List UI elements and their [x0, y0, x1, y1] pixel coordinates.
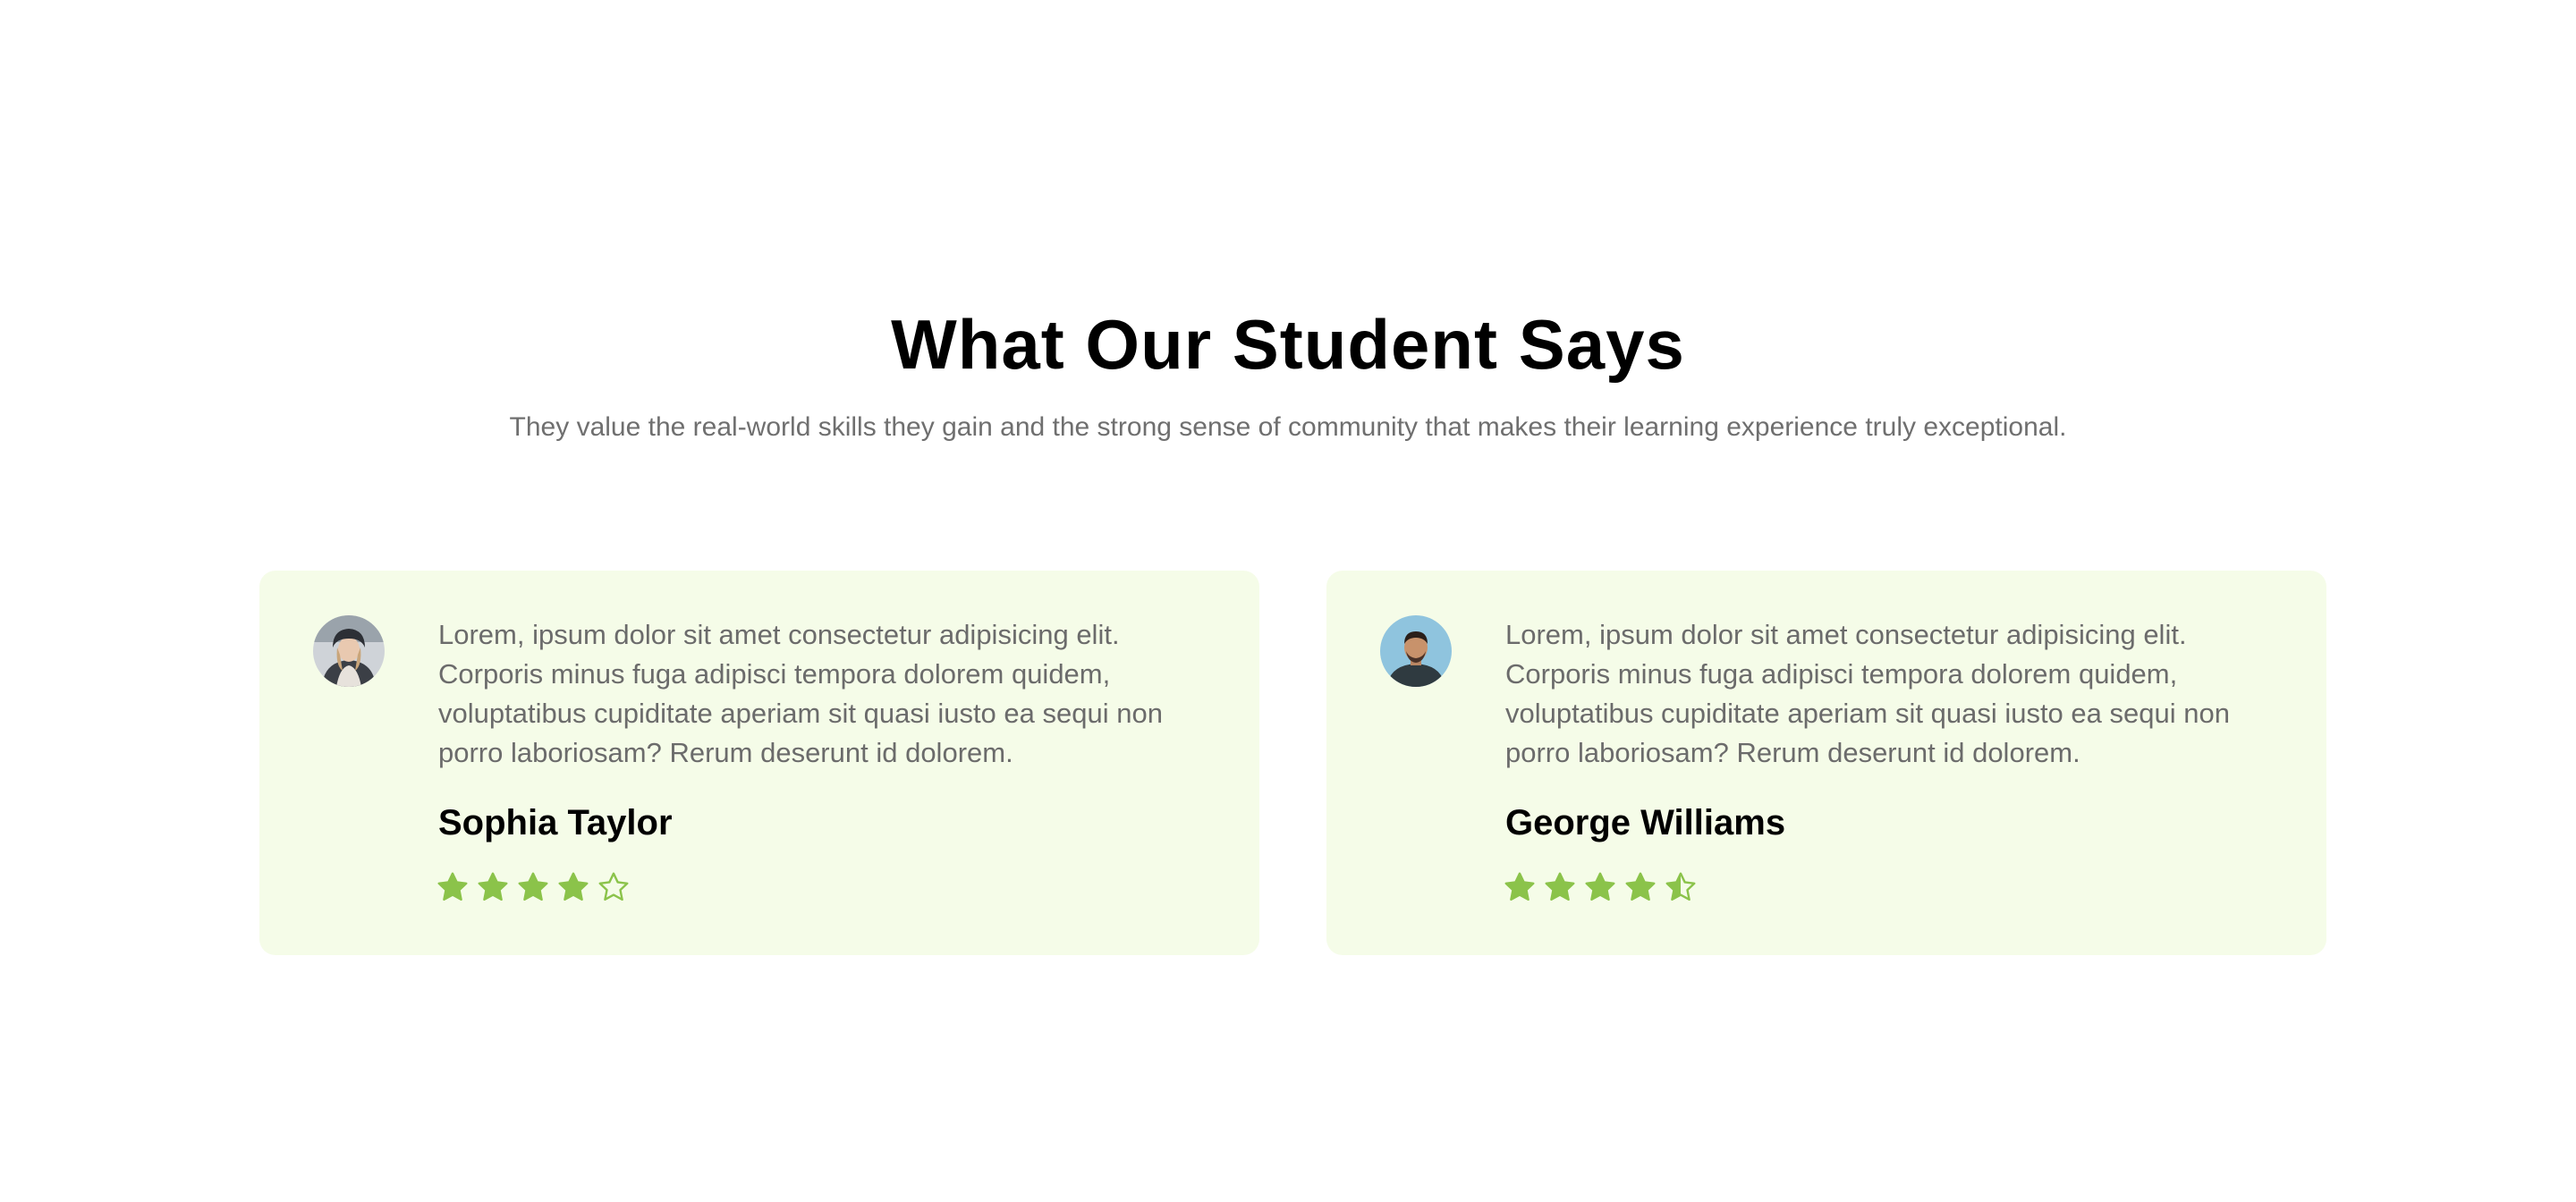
- avatar-man-icon: [1380, 615, 1452, 687]
- section-title: What Our Student Says: [891, 305, 1685, 384]
- star-rating: [1504, 871, 1697, 903]
- star-full-icon: [478, 872, 508, 901]
- star-full-icon: [1504, 872, 1535, 901]
- star-full-icon: [558, 872, 589, 901]
- testimonial-name: Sophia Taylor: [438, 803, 673, 842]
- testimonial-card: Lorem, ipsum dolor sit amet consectetur …: [259, 571, 1259, 955]
- avatar-woman-icon: [313, 615, 385, 687]
- section-subtitle: They value the real-world skills they ga…: [509, 412, 2067, 442]
- star-full-icon: [437, 872, 468, 901]
- testimonial-quote: Lorem, ipsum dolor sit amet consectetur …: [438, 619, 1163, 768]
- star-half-icon: [1665, 872, 1696, 901]
- testimonial-quote: Lorem, ipsum dolor sit amet consectetur …: [1505, 619, 2230, 768]
- star-full-icon: [1545, 872, 1575, 901]
- star-rating: [436, 871, 630, 903]
- testimonials-section: What Our Student Says They value the rea…: [0, 0, 2576, 1202]
- star-empty-icon: [598, 872, 629, 901]
- testimonial-name: George Williams: [1505, 803, 1786, 842]
- star-full-icon: [518, 872, 548, 901]
- star-full-icon: [1585, 872, 1615, 901]
- star-full-icon: [1625, 872, 1656, 901]
- testimonial-card: Lorem, ipsum dolor sit amet consectetur …: [1326, 571, 2326, 955]
